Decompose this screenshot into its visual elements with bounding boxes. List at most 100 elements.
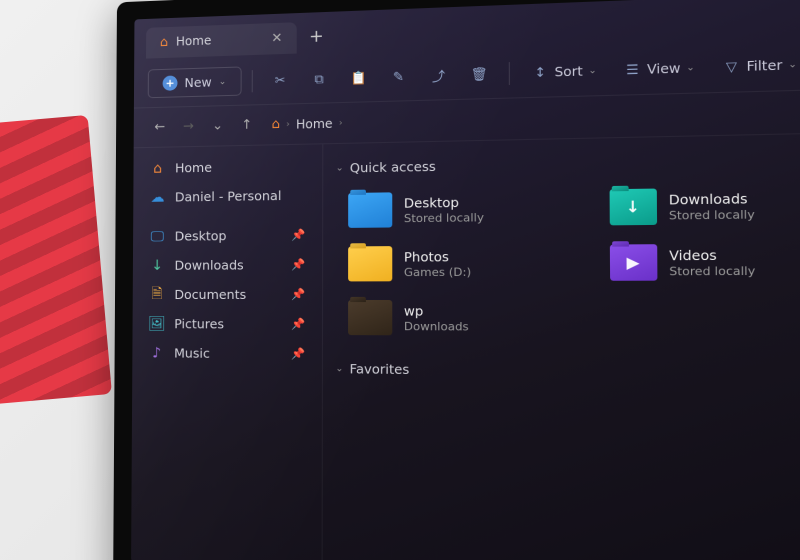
new-label: New — [184, 74, 211, 90]
item-text: DownloadsStored locally — [669, 190, 755, 222]
item-name: Desktop — [404, 194, 484, 211]
folder-item[interactable]: ↓ DownloadsStored locally — [602, 180, 800, 231]
sort-button[interactable]: ↕ Sort ⌄ — [521, 55, 608, 87]
sidebar-item-label: Desktop — [175, 228, 227, 244]
new-button[interactable]: + New ⌄ — [148, 66, 242, 98]
crumb-home[interactable]: Home — [296, 116, 333, 131]
item-name: wp — [404, 303, 469, 319]
folder-icon — [348, 192, 392, 228]
folder-icon: ▶ — [609, 244, 657, 281]
pin-icon: 📌 — [291, 228, 305, 241]
forward-button[interactable]: → — [176, 114, 201, 140]
sidebar-item-label: Music — [174, 345, 210, 360]
document-icon: 🗎 — [149, 286, 166, 303]
folder-item[interactable]: DesktopStored locally — [342, 184, 589, 233]
item-subtitle: Stored locally — [404, 210, 484, 224]
background-prop — [0, 115, 112, 405]
music-icon: ♪ — [148, 344, 165, 361]
sidebar-item-label: Documents — [174, 287, 246, 302]
sidebar-item-desktop[interactable]: 🖵 Desktop 📌 — [139, 220, 316, 251]
content-pane: ⌄ Quick access DesktopStored locally↓Dow… — [323, 133, 800, 560]
sidebar-item-label: Pictures — [174, 316, 224, 331]
sidebar-item-picture[interactable]: 🖼 Pictures 📌 — [138, 309, 315, 339]
chevron-down-icon: ⌄ — [788, 59, 797, 70]
chevron-right-icon: › — [286, 119, 290, 129]
view-icon: ☰ — [623, 61, 641, 78]
group-header-favorites[interactable]: ⌄ Favorites — [331, 355, 800, 396]
paste-button[interactable]: 📋 — [341, 63, 376, 93]
folder-icon: ↓ — [609, 189, 656, 226]
sidebar-item-label: Daniel - Personal — [175, 188, 282, 205]
delete-icon: 🗑 — [471, 65, 488, 82]
new-tab-button[interactable]: + — [299, 20, 334, 54]
share-button[interactable]: ⤴ — [421, 60, 457, 90]
pin-icon: 📌 — [291, 317, 305, 330]
folder-item[interactable]: PhotosGames (D:) — [342, 239, 590, 286]
item-text: VideosStored locally — [669, 246, 755, 278]
breadcrumb[interactable]: ⌂ › Home › — [263, 97, 800, 137]
picture-icon: 🖼 — [148, 315, 165, 332]
sidebar-item-label: Downloads — [175, 257, 244, 272]
home-icon: ⌂ — [149, 160, 166, 177]
folder-item[interactable]: wpDownloads — [342, 295, 590, 342]
separator — [252, 70, 253, 92]
folder-icon — [348, 246, 392, 281]
group-label: Favorites — [350, 361, 410, 377]
sort-label: Sort — [554, 63, 582, 80]
copy-icon: ⧉ — [311, 70, 328, 87]
sort-icon: ↕ — [531, 63, 549, 80]
crumb-label: Home — [296, 116, 333, 131]
item-name: Photos — [404, 248, 471, 264]
sidebar-item-onedrive[interactable]: ☁ Daniel - Personal — [139, 180, 316, 212]
cloud-icon: ☁ — [149, 189, 166, 206]
pin-icon: 📌 — [291, 347, 305, 360]
pin-icon: 📌 — [291, 258, 305, 271]
cut-button[interactable]: ✂ — [263, 65, 298, 94]
desktop-icon: 🖵 — [149, 228, 166, 245]
window-body: ⌂ Home ☁ Daniel - Personal 🖵 Desktop 📌 ↓ Dow… — [131, 133, 800, 560]
cut-icon: ✂ — [272, 72, 288, 89]
home-icon: ⌂ — [160, 34, 168, 49]
item-text: wpDownloads — [404, 303, 469, 333]
chevron-down-icon: ⌄ — [219, 76, 227, 86]
item-name: Downloads — [669, 190, 755, 207]
item-text: PhotosGames (D:) — [404, 248, 471, 279]
filter-icon: ▽ — [722, 58, 741, 76]
recent-button[interactable]: ⌄ — [205, 113, 230, 139]
group-label: Quick access — [350, 159, 436, 176]
folder-item[interactable]: ▶ VideosStored locally — [603, 237, 800, 286]
delete-button[interactable]: 🗑 — [461, 59, 498, 89]
item-name: Videos — [669, 246, 755, 263]
up-button[interactable]: ↑ — [234, 112, 259, 138]
separator — [509, 62, 510, 85]
rename-button[interactable]: ✎ — [380, 61, 416, 91]
sidebar: ⌂ Home ☁ Daniel - Personal 🖵 Desktop 📌 ↓ Dow… — [131, 144, 323, 560]
pin-icon: 📌 — [291, 288, 305, 301]
home-icon: ⌂ — [272, 117, 280, 132]
paste-icon: 📋 — [350, 69, 367, 86]
sidebar-item-home[interactable]: ⌂ Home — [139, 151, 316, 183]
item-subtitle: Games (D:) — [404, 265, 471, 279]
chevron-down-icon: ⌄ — [588, 65, 596, 76]
chevron-right-icon: › — [339, 118, 343, 128]
filter-button[interactable]: ▽ Filter ⌄ — [711, 49, 800, 82]
monitor-bezel: ⌂ Home ✕ + + New ⌄ ✂ ⧉ 📋 ✎ ⤴ 🗑 — [113, 0, 800, 560]
monitor: ⌂ Home ✕ + + New ⌄ ✂ ⧉ 📋 ✎ ⤴ 🗑 — [113, 0, 800, 560]
copy-button[interactable]: ⧉ — [302, 64, 337, 94]
filter-label: Filter — [746, 57, 782, 74]
item-subtitle: Stored locally — [669, 264, 755, 278]
sidebar-item-label: Home — [175, 160, 212, 176]
back-button[interactable]: ← — [147, 115, 172, 141]
share-icon: ⤴ — [430, 67, 447, 84]
tab-home[interactable]: ⌂ Home ✕ — [146, 22, 297, 58]
sidebar-item-music[interactable]: ♪ Music 📌 — [138, 338, 315, 369]
chevron-down-icon: ⌄ — [686, 62, 695, 73]
item-subtitle: Downloads — [404, 319, 469, 333]
sidebar-item-document[interactable]: 🗎 Documents 📌 — [139, 279, 316, 309]
sidebar-item-download[interactable]: ↓ Downloads 📌 — [139, 250, 316, 280]
folder-icon — [348, 300, 392, 335]
view-button[interactable]: ☰ View ⌄ — [612, 52, 706, 85]
file-explorer-window: ⌂ Home ✕ + + New ⌄ ✂ ⧉ 📋 ✎ ⤴ 🗑 — [131, 0, 800, 560]
close-tab-icon[interactable]: ✕ — [271, 30, 282, 46]
download-icon: ↓ — [149, 257, 166, 274]
